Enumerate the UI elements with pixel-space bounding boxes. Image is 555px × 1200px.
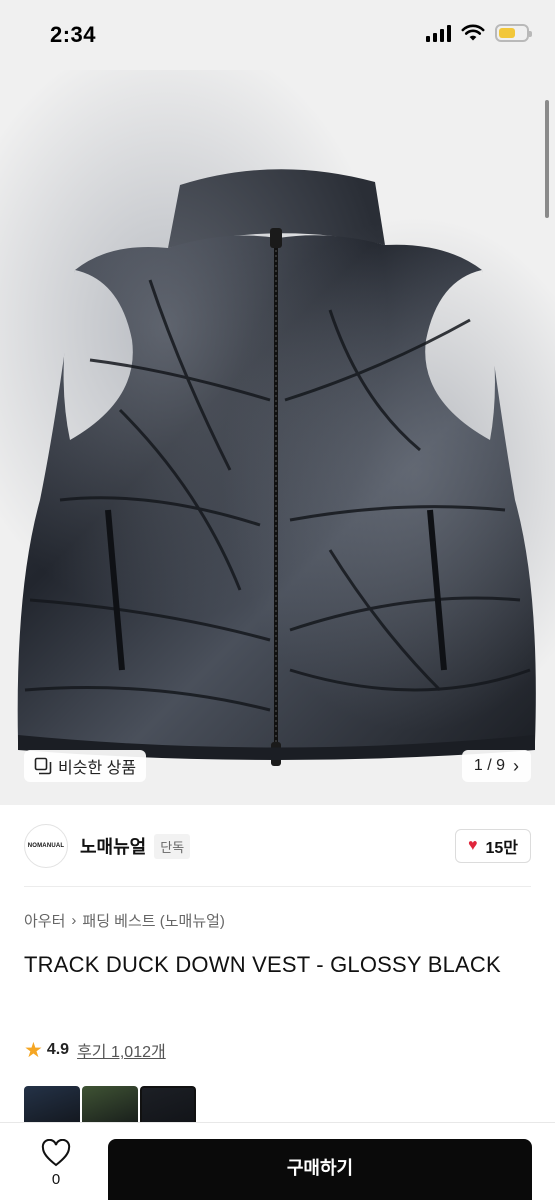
buy-button[interactable]: 구매하기: [108, 1139, 532, 1200]
rating-score: 4.9: [46, 1041, 70, 1058]
exclusive-badge: 단독: [154, 833, 191, 859]
brand-row: NOMANUAL 노매뉴얼 단독 ♥ 15만: [24, 820, 531, 872]
wishlist-button[interactable]: 0: [24, 1139, 88, 1188]
image-pager[interactable]: 1 / 9 ›: [461, 750, 531, 782]
heart-outline-icon: [41, 1139, 71, 1167]
breadcrumb: 아우터 › 패딩 베스트 (노매뉴얼): [24, 910, 225, 931]
reviews-link[interactable]: 후기 1,012개: [77, 1038, 166, 1062]
product-image-gallery[interactable]: 비슷한 상품 1 / 9 ›: [0, 70, 555, 805]
status-time: 2:34: [50, 22, 97, 47]
color-option-olive[interactable]: [82, 1086, 138, 1126]
puffer-vest-image: [0, 70, 555, 805]
product-title: TRACK DUCK DOWN VEST - GLOSSY BLACK: [24, 952, 501, 977]
color-options: [24, 1086, 196, 1126]
divider: [24, 886, 531, 887]
status-bar: 2:34: [0, 0, 555, 70]
similar-products-button[interactable]: 비슷한 상품: [24, 750, 147, 782]
chevron-right-icon: ›: [71, 912, 77, 929]
scroll-indicator: [545, 100, 549, 218]
status-icons: [426, 24, 532, 42]
pager-label: 1 / 9: [473, 757, 505, 774]
brand-logo-text: NOMANUAL: [27, 843, 65, 849]
brand-logo[interactable]: NOMANUAL: [24, 824, 68, 868]
heart-filled-icon: ♥: [467, 837, 478, 854]
bottom-action-bar: 0 구매하기: [0, 1122, 555, 1200]
cellular-signal-icon: [426, 24, 451, 42]
wishlist-count: 0: [51, 1171, 61, 1188]
breadcrumb-subcategory[interactable]: 패딩 베스트 (노매뉴얼): [82, 910, 225, 931]
brand-name[interactable]: 노매뉴얼: [80, 833, 146, 859]
color-option-navy[interactable]: [24, 1086, 80, 1126]
battery-icon: [495, 24, 532, 42]
breadcrumb-category[interactable]: 아우터: [24, 910, 65, 931]
rating: ★ 4.9 후기 1,012개: [24, 1038, 166, 1062]
chevron-right-icon: ›: [513, 756, 519, 776]
buy-button-label: 구매하기: [286, 1158, 354, 1178]
similar-products-label: 비슷한 상품: [58, 760, 137, 777]
brand-like-count: 15만: [485, 840, 518, 857]
color-option-glossy-black[interactable]: [140, 1086, 196, 1126]
star-icon: ★: [24, 1038, 43, 1062]
copy-icon: [34, 757, 52, 775]
wifi-icon: [461, 24, 485, 41]
brand-like-button[interactable]: ♥ 15만: [454, 829, 531, 863]
